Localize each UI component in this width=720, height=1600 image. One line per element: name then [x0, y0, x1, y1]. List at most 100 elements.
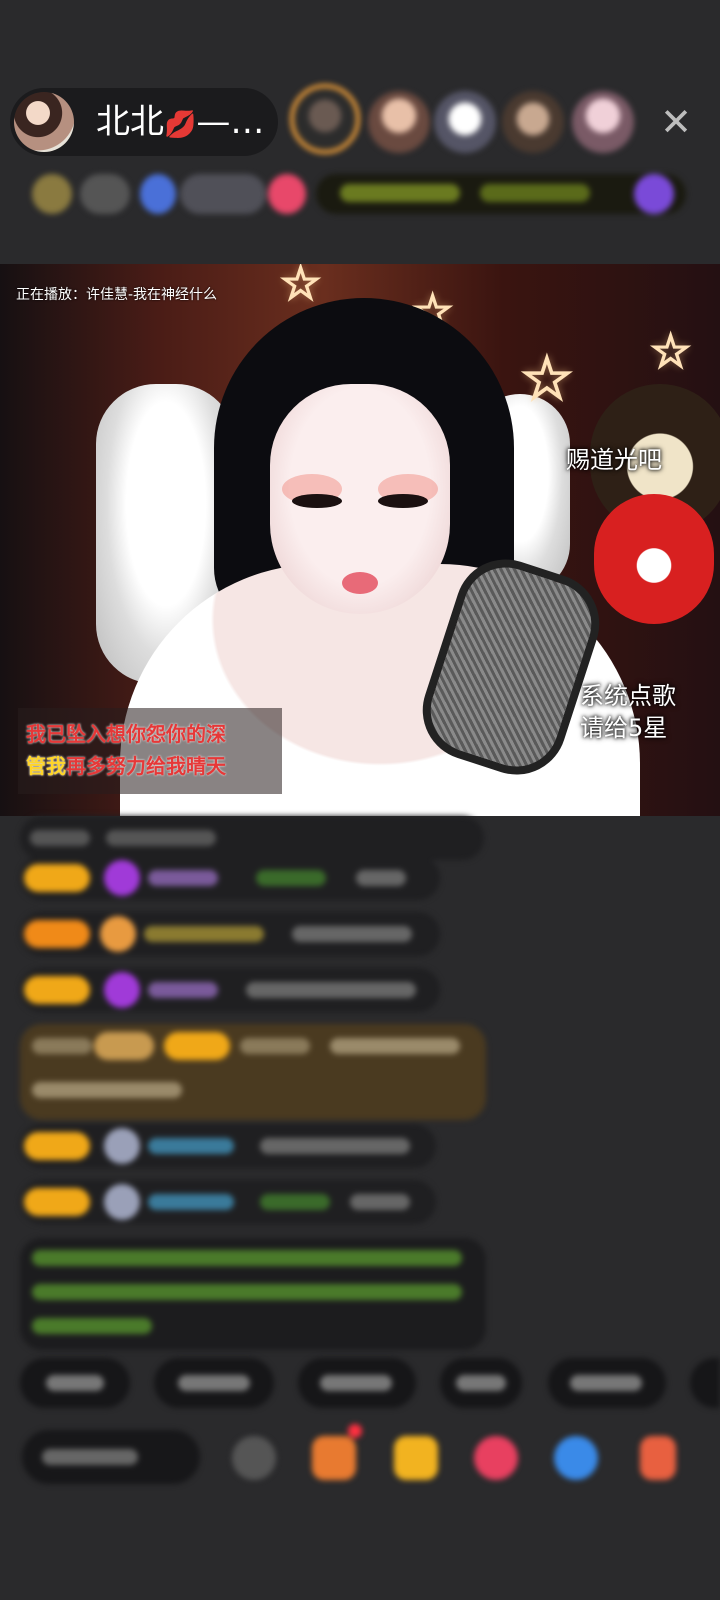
star-decoration: ☆	[519, 343, 575, 415]
song-request-line2: 请给5星	[580, 714, 668, 742]
user-icon	[104, 1128, 140, 1164]
song-request-line1: 系统点歌	[580, 682, 676, 710]
streamer-face	[270, 384, 450, 614]
lyric-line-2: 管我再多努力给我晴天	[26, 750, 274, 782]
star-decoration: ☆	[279, 264, 322, 311]
host-name-suffix: —…	[196, 102, 265, 142]
info-tags-row	[20, 168, 700, 220]
chat-text	[256, 870, 326, 886]
level-badge	[24, 1188, 90, 1216]
chat-text	[260, 1194, 330, 1210]
top-viewer-avatar[interactable]	[368, 91, 430, 153]
chat-message	[20, 1124, 436, 1168]
notification-dot	[348, 1424, 362, 1438]
announcement-message	[20, 1238, 486, 1350]
chat-text	[32, 1038, 92, 1054]
chip-text	[570, 1375, 642, 1391]
quick-chip[interactable]	[20, 1358, 130, 1408]
chat-message	[20, 816, 484, 860]
chat-user	[148, 1138, 234, 1154]
chat-user	[148, 1194, 234, 1210]
level-badge	[164, 1032, 230, 1060]
chip-text	[320, 1375, 392, 1391]
chat-message	[20, 912, 440, 956]
user-icon	[104, 860, 140, 896]
host-name-text: 北北	[96, 102, 164, 142]
lips-icon: 💋	[164, 110, 197, 140]
system-message	[20, 1024, 486, 1120]
group-text[interactable]	[180, 174, 266, 214]
eye	[292, 494, 342, 508]
host-avatar[interactable]	[14, 92, 74, 152]
chat-text	[246, 982, 416, 998]
chip-text	[178, 1375, 250, 1391]
chat-user	[240, 1038, 310, 1054]
chat-message	[20, 968, 440, 1012]
chat-text	[106, 830, 216, 846]
close-icon[interactable]: ✕	[654, 100, 698, 144]
chat-text	[30, 830, 90, 846]
level-badge	[24, 1132, 90, 1160]
chat-text	[350, 1194, 410, 1210]
chat-text	[32, 1250, 462, 1266]
lyric-line-1: 我已坠入想你怨你的深	[26, 722, 226, 746]
chat-text	[330, 1038, 460, 1054]
share-icon[interactable]	[554, 1436, 598, 1480]
follow-icon[interactable]	[268, 174, 306, 214]
top-viewer-avatar[interactable]	[572, 91, 634, 153]
heart-icon[interactable]	[474, 1436, 518, 1480]
now-playing-text: 正在播放：许佳慧-我在神经什么	[16, 287, 218, 303]
quick-chip[interactable]	[548, 1358, 666, 1408]
top-viewer-avatar[interactable]	[502, 91, 564, 153]
chat-user	[144, 926, 264, 942]
quick-chip[interactable]	[154, 1358, 274, 1408]
chat-message	[20, 1180, 436, 1224]
gift-request-text: 赐道光吧	[566, 446, 662, 474]
level-badge	[24, 976, 90, 1004]
chip-text	[46, 1375, 104, 1391]
chat-text	[292, 926, 412, 942]
group-icon[interactable]	[140, 174, 176, 214]
live-video[interactable]: ☆ ☆ ☆ ☆ 正在播放：许佳慧-我在神经什么 赐道光吧 系统点歌 请给5星 我…	[0, 264, 720, 816]
top-viewer-avatar[interactable]	[290, 84, 360, 154]
chat-text	[356, 870, 406, 886]
rank-icon	[32, 174, 72, 214]
star-decoration: ☆	[649, 323, 692, 379]
chat-user	[148, 982, 218, 998]
top-viewer-avatar[interactable]	[434, 91, 496, 153]
quick-chip[interactable]	[440, 1358, 522, 1408]
level-badge	[94, 1032, 154, 1060]
banner-icon	[634, 174, 674, 214]
rank-text	[80, 174, 130, 214]
host-name: 北北💋—…	[96, 102, 264, 145]
eye	[378, 494, 428, 508]
mouth	[342, 572, 378, 594]
quick-chip[interactable]	[298, 1358, 416, 1408]
comment-placeholder	[42, 1449, 138, 1465]
lyrics-panel: 我已坠入想你怨你的深 管我再多努力给我晴天	[18, 708, 282, 794]
gift-box-icon[interactable]	[312, 1436, 356, 1480]
song-request-text: 系统点歌 请给5星	[580, 680, 676, 744]
red-plush-toy	[594, 494, 714, 624]
user-icon	[104, 972, 140, 1008]
chip-text	[456, 1375, 506, 1391]
more-icon[interactable]	[640, 1436, 676, 1480]
chat-text	[32, 1318, 152, 1334]
quick-chip[interactable]	[690, 1358, 720, 1408]
chat-message	[20, 856, 440, 900]
lyric-highlight: 管我	[26, 754, 66, 778]
level-badge	[24, 864, 90, 892]
chat-text	[32, 1082, 182, 1098]
marquee-text	[340, 184, 460, 202]
user-icon	[104, 1184, 140, 1220]
user-icon	[100, 916, 136, 952]
comment-input[interactable]	[22, 1430, 200, 1484]
host-info-pill[interactable]: 北北💋—…	[10, 88, 278, 156]
chat-user	[148, 870, 218, 886]
level-badge	[24, 920, 90, 948]
emoji-icon[interactable]	[232, 1436, 276, 1480]
gift-icon[interactable]	[394, 1436, 438, 1480]
chat-text	[32, 1284, 462, 1300]
chat-text	[260, 1138, 410, 1154]
lyric-rest: 再多努力给我晴天	[66, 754, 226, 778]
